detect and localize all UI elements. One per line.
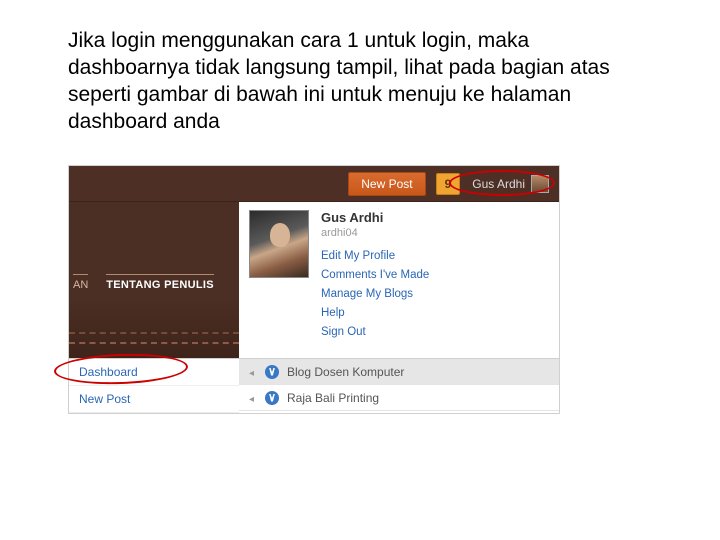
user-chip[interactable]: Gus Ardhi bbox=[470, 173, 551, 195]
profile-name: Gus Ardhi bbox=[321, 210, 383, 225]
chevron-left-icon: ◂ bbox=[249, 394, 257, 402]
wordpress-icon bbox=[265, 365, 279, 379]
menu-edit-profile[interactable]: Edit My Profile bbox=[321, 250, 429, 262]
left-link-list: Dashboard New Post bbox=[69, 359, 239, 413]
divider-dashed-icon bbox=[69, 342, 239, 344]
link-new-post[interactable]: New Post bbox=[69, 386, 239, 413]
profile-handle: ardhi04 bbox=[321, 227, 383, 239]
bottom-section: Dashboard New Post ◂ Blog Dosen Komputer… bbox=[69, 358, 559, 413]
blog-row[interactable]: ◂ Raja Bali Printing bbox=[239, 385, 559, 411]
blog-name: Blog Dosen Komputer bbox=[287, 365, 404, 379]
profile-menu-list: Edit My Profile Comments I've Made Manag… bbox=[321, 250, 429, 338]
blog-list: ◂ Blog Dosen Komputer ◂ Raja Bali Printi… bbox=[239, 359, 559, 411]
avatar-large-icon bbox=[249, 210, 309, 278]
new-post-button[interactable]: New Post bbox=[348, 172, 425, 196]
instruction-text: Jika login menggunakan cara 1 untuk logi… bbox=[68, 28, 628, 136]
screenshot-body: AN TENTANG PENULIS Gus Ardhi ardhi04 Edi… bbox=[69, 202, 559, 358]
profile-dropdown-panel: Gus Ardhi ardhi04 Edit My Profile Commen… bbox=[239, 202, 559, 358]
menu-comments[interactable]: Comments I've Made bbox=[321, 269, 429, 281]
blog-left-pane: AN TENTANG PENULIS bbox=[69, 202, 239, 358]
blog-name: Raja Bali Printing bbox=[287, 391, 379, 405]
notification-badge[interactable]: 9 bbox=[436, 173, 461, 195]
menu-sign-out[interactable]: Sign Out bbox=[321, 326, 429, 338]
wordpress-icon bbox=[265, 391, 279, 405]
blog-row[interactable]: ◂ Blog Dosen Komputer bbox=[239, 359, 559, 385]
profile-info: Gus Ardhi ardhi04 bbox=[321, 210, 383, 239]
screenshot-panel: New Post 9 Gus Ardhi AN TENTANG PENULIS … bbox=[68, 165, 560, 414]
blogger-topbar: New Post 9 Gus Ardhi bbox=[69, 166, 559, 202]
tab-tentang-penulis[interactable]: TENTANG PENULIS bbox=[106, 274, 214, 291]
user-name-label: Gus Ardhi bbox=[472, 177, 525, 191]
avatar-small-icon bbox=[531, 175, 549, 193]
menu-manage-blogs[interactable]: Manage My Blogs bbox=[321, 288, 429, 300]
link-dashboard[interactable]: Dashboard bbox=[69, 359, 239, 386]
tab-partial[interactable]: AN bbox=[73, 274, 88, 291]
chevron-left-icon: ◂ bbox=[249, 368, 257, 376]
divider-dashed-icon bbox=[69, 332, 239, 334]
menu-help[interactable]: Help bbox=[321, 307, 429, 319]
blog-tabs: AN TENTANG PENULIS bbox=[69, 274, 214, 291]
